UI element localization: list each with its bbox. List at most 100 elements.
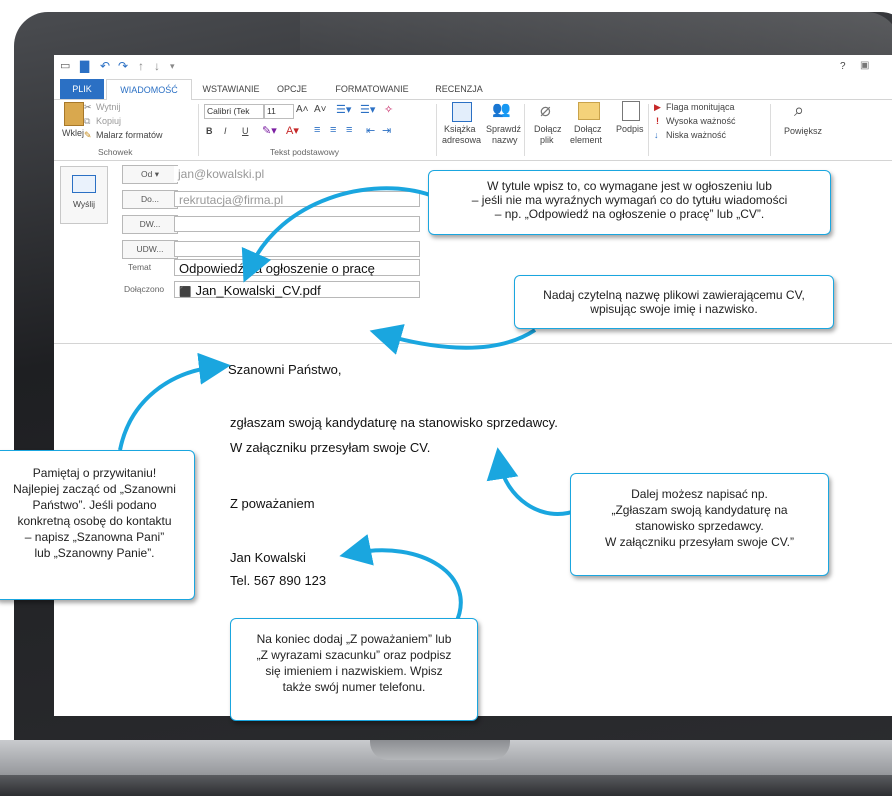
text-group-label: Tekst podstawowy xyxy=(270,147,339,157)
follow-up-flag-button[interactable]: Flaga monitująca xyxy=(666,102,735,112)
callout-greeting-line: Państwo”. Jeśli podano xyxy=(32,498,157,512)
quick-access-toolbar: ▭ ▇ ↶ ↷ ↑ ↓ ▾ ? ▣ xyxy=(54,55,892,79)
grow-font-icon[interactable]: A˄ xyxy=(296,104,309,115)
paste-icon[interactable] xyxy=(64,102,84,126)
cc-field[interactable] xyxy=(174,216,420,232)
arrow-down-icon[interactable]: ↓ xyxy=(154,59,160,73)
cc-button[interactable]: DW... xyxy=(122,215,178,234)
attach-item-label-2[interactable]: element xyxy=(570,135,602,145)
highlight-icon[interactable]: ✎▾ xyxy=(262,124,277,137)
copy-icon: ⧉ xyxy=(84,116,91,126)
bcc-field[interactable] xyxy=(174,241,420,257)
paste-button[interactable]: Wklej xyxy=(62,128,84,138)
undo-icon[interactable]: ↶ xyxy=(100,59,110,73)
italic-button[interactable]: I xyxy=(224,126,227,136)
magnifier-icon[interactable]: ⌕ xyxy=(794,100,804,121)
underline-button[interactable]: U xyxy=(242,126,249,136)
bold-button[interactable]: B xyxy=(206,126,213,136)
help-button[interactable]: ? xyxy=(840,61,846,72)
redo-icon[interactable]: ↷ xyxy=(118,59,128,73)
low-importance-icon: ↓ xyxy=(654,130,659,140)
subject-field[interactable]: Odpowiedź na ogłoszenie o pracę xyxy=(174,259,420,276)
tab-format-text[interactable]: FORMATOWANIE TEKSTU xyxy=(322,79,422,114)
body-line-1: zgłaszam swoją kandydaturę na stanowisko… xyxy=(230,415,558,430)
numbering-icon[interactable]: ☰▾ xyxy=(360,103,375,116)
attach-item-icon[interactable] xyxy=(578,102,600,120)
ribbon-tabs: PLIK WIADOMOŚĆ WSTAWIANIE OPCJE FORMATOW… xyxy=(54,79,892,114)
low-importance-button[interactable]: Niska ważność xyxy=(666,130,726,140)
bcc-button[interactable]: UDW... xyxy=(122,240,178,259)
align-left-icon[interactable]: ≡ xyxy=(314,124,320,136)
pdf-file-icon: ⬛ xyxy=(179,287,192,298)
laptop-base-edge xyxy=(0,775,892,796)
callout-body: Dalej możesz napisać np. „Zgłaszam swoją… xyxy=(570,473,829,576)
callout-body-line: Dalej możesz napisać np. xyxy=(631,487,768,501)
to-button[interactable]: Do... xyxy=(122,190,178,209)
to-field[interactable]: rekrutacja@firma.pl xyxy=(174,191,420,207)
tab-message[interactable]: WIADOMOŚĆ xyxy=(106,79,192,101)
format-painter-button[interactable]: Malarz formatów xyxy=(96,130,163,140)
callout-body-line: stanowisko sprzedawcy. xyxy=(635,519,764,533)
font-size-combo[interactable]: 11 xyxy=(264,104,294,119)
from-button-label: Od xyxy=(141,169,153,179)
attach-item-label-1[interactable]: Dołącz xyxy=(574,124,602,134)
check-names-label-2[interactable]: nazwy xyxy=(492,135,518,145)
ribbon-separator xyxy=(524,104,525,156)
zoom-button[interactable]: Powiększ xyxy=(784,126,822,136)
callout-greeting-line: Pamiętaj o przywitaniu! xyxy=(32,466,157,480)
callout-signature: Na koniec dodaj „Z poważaniem” lub „Z wy… xyxy=(230,618,478,721)
callout-greeting-line: konkretną osobę do kontaktu xyxy=(17,514,172,528)
paperclip-icon[interactable]: ⌀ xyxy=(540,100,551,121)
clear-format-icon[interactable]: ✧ xyxy=(384,103,393,116)
callout-signature-line: także swój numer telefonu. xyxy=(282,680,426,694)
send-button[interactable]: Wyślij xyxy=(60,166,108,224)
signature-button[interactable]: Podpis xyxy=(616,124,644,134)
address-book-icon[interactable] xyxy=(452,102,472,122)
greeting-line: Szanowni Państwo, xyxy=(228,362,342,377)
restore-button[interactable]: ▣ xyxy=(860,60,869,71)
address-book-label-1[interactable]: Książka xyxy=(444,124,476,134)
decrease-indent-icon[interactable]: ⇤ xyxy=(366,124,375,137)
high-importance-button[interactable]: Wysoka ważność xyxy=(666,116,735,126)
customize-qat-icon[interactable]: ▾ xyxy=(170,61,175,72)
ribbon-separator xyxy=(436,104,437,156)
closing-line: Z poważaniem xyxy=(230,496,315,511)
from-button[interactable]: Od ▾ xyxy=(122,165,178,184)
tab-insert[interactable]: WSTAWIANIE xyxy=(200,79,262,99)
callout-signature-line: się imieniem i nazwiskiem. Wpisz xyxy=(265,664,443,678)
signature-icon[interactable] xyxy=(622,101,640,121)
check-names-label-1[interactable]: Sprawdź xyxy=(486,124,521,134)
align-right-icon[interactable]: ≡ xyxy=(346,124,352,136)
send-icon xyxy=(72,175,96,193)
attach-file-label-1[interactable]: Dołącz xyxy=(534,124,562,134)
send-label: Wyślij xyxy=(72,199,96,209)
callout-greeting-line: lub „Szanowny Panie”. xyxy=(34,546,155,560)
save-icon[interactable]: ▇ xyxy=(80,59,89,73)
check-names-icon[interactable]: 👥 xyxy=(492,100,511,118)
font-color-icon[interactable]: A▾ xyxy=(286,124,299,137)
laptop-hinge-notch xyxy=(370,740,510,760)
callout-filename: Nadaj czytelną nazwę plikowi zawierające… xyxy=(514,275,834,329)
align-center-icon[interactable]: ≡ xyxy=(330,124,336,136)
outlook-app-icon: ▭ xyxy=(60,60,71,72)
shrink-font-icon[interactable]: A˅ xyxy=(314,104,327,115)
callout-filename-line: Nadaj czytelną nazwę plikowi zawierające… xyxy=(543,288,805,302)
copy-button[interactable]: Kopiuj xyxy=(96,116,121,126)
format-painter-icon: ✎ xyxy=(84,130,92,140)
arrow-up-icon[interactable]: ↑ xyxy=(138,59,144,73)
subject-label: Temat xyxy=(128,262,152,272)
attachment-name[interactable]: Jan_Kowalski_CV.pdf xyxy=(195,283,320,298)
callout-greeting: Pamiętaj o przywitaniu! Najlepiej zacząć… xyxy=(0,450,195,600)
attach-file-label-2[interactable]: plik xyxy=(540,135,554,145)
font-name-combo[interactable]: Calibri (Tek xyxy=(204,104,264,119)
address-book-label-2[interactable]: adresowa xyxy=(442,135,481,145)
bullets-icon[interactable]: ☰▾ xyxy=(336,103,351,116)
tab-file[interactable]: PLIK xyxy=(60,79,104,99)
tab-options[interactable]: OPCJE xyxy=(272,79,312,99)
ribbon-separator xyxy=(770,104,771,156)
attachment-field[interactable]: ⬛ Jan_Kowalski_CV.pdf xyxy=(174,281,420,298)
tab-review[interactable]: RECENZJA xyxy=(432,79,486,99)
cut-button[interactable]: Wytnij xyxy=(96,102,120,112)
attached-label: Dołączono xyxy=(124,284,165,294)
increase-indent-icon[interactable]: ⇥ xyxy=(382,124,391,137)
